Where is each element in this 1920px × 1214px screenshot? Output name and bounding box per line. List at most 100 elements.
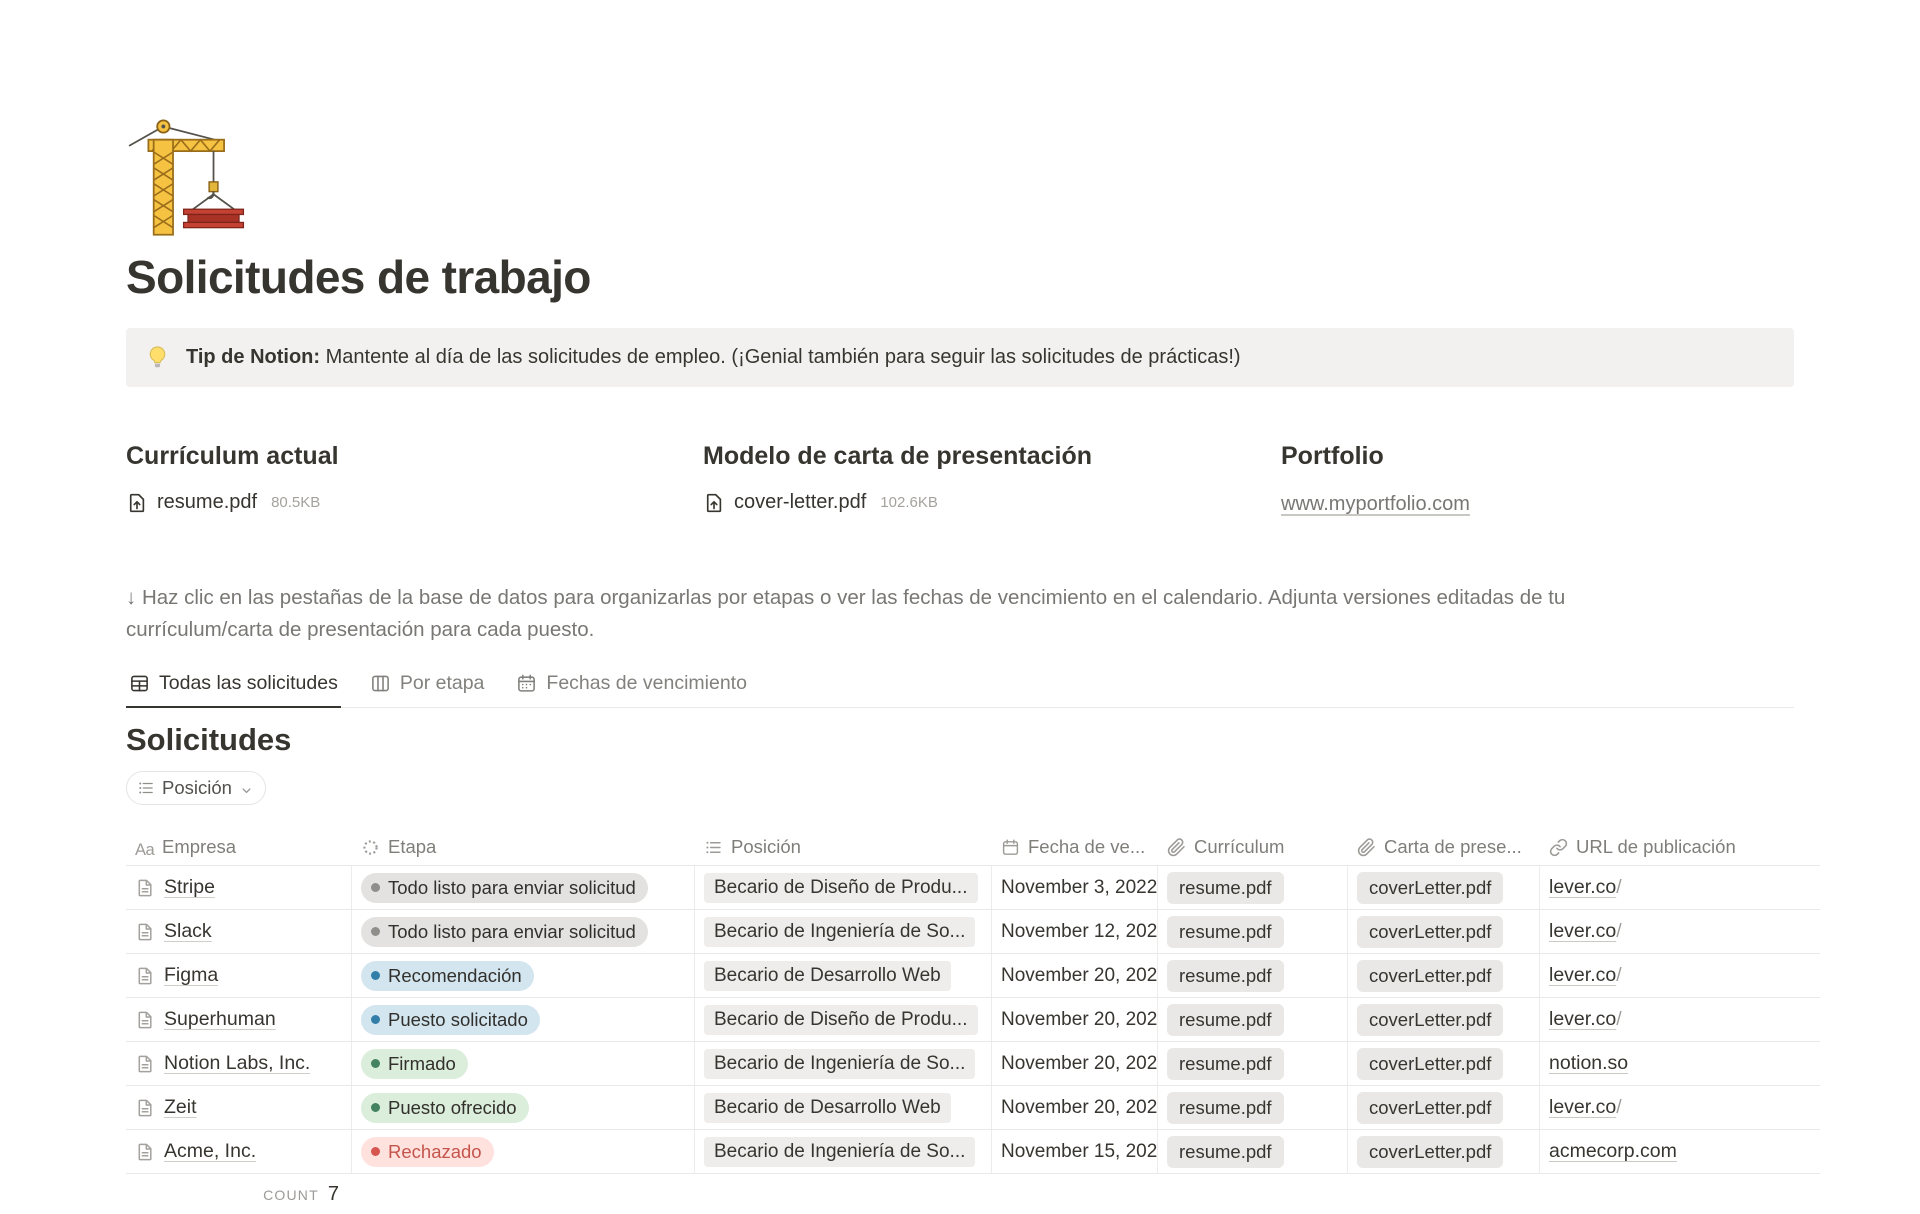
column-header-carta-de-prese-[interactable]: Carta de prese...	[1348, 836, 1540, 858]
due-date-cell[interactable]: November 20, 202	[992, 998, 1158, 1041]
stage-cell[interactable]: Puesto ofrecido	[352, 1086, 695, 1129]
due-date-cell[interactable]: November 12, 202	[992, 910, 1158, 953]
stage-cell[interactable]: Recomendación	[352, 954, 695, 997]
cover-letter-cell[interactable]: coverLetter.pdf	[1348, 1086, 1540, 1129]
resume-cell[interactable]: resume.pdf	[1158, 998, 1348, 1041]
stage-tag[interactable]: Puesto ofrecido	[361, 1093, 529, 1123]
cover-letter-file-chip[interactable]: coverLetter.pdf	[1357, 1048, 1503, 1080]
position-chip[interactable]: Becario de Ingeniería de So...	[704, 917, 975, 947]
position-cell[interactable]: Becario de Desarrollo Web	[695, 1086, 992, 1129]
cover-letter-cell[interactable]: coverLetter.pdf	[1348, 1130, 1540, 1173]
cover-letter-file-chip[interactable]: coverLetter.pdf	[1357, 916, 1503, 948]
posting-url-link[interactable]: acmecorp.com	[1549, 1140, 1677, 1163]
due-date-cell[interactable]: November 15, 202	[992, 1130, 1158, 1173]
column-header-posici-n[interactable]: Posición	[695, 836, 992, 858]
column-header-etapa[interactable]: Etapa	[352, 836, 695, 858]
stage-tag[interactable]: Recomendación	[361, 961, 534, 991]
position-cell[interactable]: Becario de Diseño de Produ...	[695, 866, 992, 909]
cover-letter-cell[interactable]: coverLetter.pdf	[1348, 866, 1540, 909]
stage-cell[interactable]: Rechazado	[352, 1130, 695, 1173]
posting-url-cell[interactable]: lever.co/	[1540, 998, 1820, 1041]
stage-cell[interactable]: Puesto solicitado	[352, 998, 695, 1041]
posting-url-cell[interactable]: acmecorp.com	[1540, 1130, 1820, 1173]
tab-todas-las-solicitudes[interactable]: Todas las solicitudes	[126, 672, 341, 708]
posting-url-cell[interactable]: notion.so	[1540, 1042, 1820, 1085]
company-cell[interactable]: Superhuman	[126, 998, 352, 1041]
company-cell[interactable]: Notion Labs, Inc.	[126, 1042, 352, 1085]
portfolio-link[interactable]: www.myportfolio.com	[1281, 493, 1470, 516]
cover-letter-cell[interactable]: coverLetter.pdf	[1348, 910, 1540, 953]
position-chip[interactable]: Becario de Desarrollo Web	[704, 1093, 951, 1123]
position-cell[interactable]: Becario de Ingeniería de So...	[695, 1042, 992, 1085]
stage-cell[interactable]: Todo listo para enviar solicitud	[352, 910, 695, 953]
cover-letter-file-chip[interactable]: coverLetter.pdf	[1357, 960, 1503, 992]
company-cell[interactable]: Stripe	[126, 866, 352, 909]
cover-letter-cell[interactable]: coverLetter.pdf	[1348, 954, 1540, 997]
position-chip[interactable]: Becario de Ingeniería de So...	[704, 1137, 975, 1167]
position-chip[interactable]: Becario de Desarrollo Web	[704, 961, 951, 991]
resume-file-chip[interactable]: resume.pdf	[1167, 1092, 1284, 1124]
due-date-cell[interactable]: November 20, 202	[992, 1042, 1158, 1085]
resume-file-chip[interactable]: resume.pdf	[1167, 872, 1284, 904]
cover-letter-cell[interactable]: coverLetter.pdf	[1348, 1042, 1540, 1085]
position-filter-button[interactable]: Posición	[126, 771, 266, 805]
stage-tag[interactable]: Todo listo para enviar solicitud	[361, 873, 648, 903]
position-cell[interactable]: Becario de Desarrollo Web	[695, 954, 992, 997]
stage-cell[interactable]: Todo listo para enviar solicitud	[352, 866, 695, 909]
posting-url-link[interactable]: lever.co	[1549, 964, 1616, 987]
due-date-cell[interactable]: November 3, 2022	[992, 866, 1158, 909]
posting-url-cell[interactable]: lever.co/	[1540, 954, 1820, 997]
cover-letter-file-chip[interactable]: coverLetter.pdf	[1357, 1136, 1503, 1168]
posting-url-cell[interactable]: lever.co/	[1540, 866, 1820, 909]
stage-cell[interactable]: Firmado	[352, 1042, 695, 1085]
cover-letter-file[interactable]: cover-letter.pdf 102.6KB	[703, 491, 1281, 514]
position-cell[interactable]: Becario de Ingeniería de So...	[695, 1130, 992, 1173]
stage-tag[interactable]: Rechazado	[361, 1137, 494, 1167]
column-header-empresa[interactable]: AaEmpresa	[126, 836, 352, 858]
cover-letter-file-chip[interactable]: coverLetter.pdf	[1357, 872, 1503, 904]
column-header-url-de-publicaci-n[interactable]: URL de publicación	[1540, 836, 1820, 858]
position-cell[interactable]: Becario de Ingeniería de So...	[695, 910, 992, 953]
position-chip[interactable]: Becario de Diseño de Produ...	[704, 873, 978, 903]
resume-file-chip[interactable]: resume.pdf	[1167, 1048, 1284, 1080]
posting-url-link[interactable]: lever.co	[1549, 876, 1616, 899]
cover-letter-file-chip[interactable]: coverLetter.pdf	[1357, 1004, 1503, 1036]
posting-url-cell[interactable]: lever.co/	[1540, 910, 1820, 953]
stage-tag[interactable]: Todo listo para enviar solicitud	[361, 917, 648, 947]
company-cell[interactable]: Figma	[126, 954, 352, 997]
stage-tag[interactable]: Firmado	[361, 1049, 468, 1079]
posting-url-link[interactable]: lever.co	[1549, 1008, 1616, 1031]
position-chip[interactable]: Becario de Diseño de Produ...	[704, 1005, 978, 1035]
stage-tag[interactable]: Puesto solicitado	[361, 1005, 540, 1035]
tab-fechas-de-vencimiento[interactable]: Fechas de vencimiento	[513, 672, 750, 708]
position-cell[interactable]: Becario de Diseño de Produ...	[695, 998, 992, 1041]
resume-cell[interactable]: resume.pdf	[1158, 954, 1348, 997]
cover-letter-file-chip[interactable]: coverLetter.pdf	[1357, 1092, 1503, 1124]
position-chip[interactable]: Becario de Ingeniería de So...	[704, 1049, 975, 1079]
company-cell[interactable]: Acme, Inc.	[126, 1130, 352, 1173]
resume-file-chip[interactable]: resume.pdf	[1167, 960, 1284, 992]
count-calculation[interactable]: COUNT 7	[126, 1183, 352, 1206]
posting-url-link[interactable]: lever.co	[1549, 920, 1616, 943]
construction-crane-icon[interactable]	[122, 108, 254, 240]
resume-cell[interactable]: resume.pdf	[1158, 866, 1348, 909]
resume-file[interactable]: resume.pdf 80.5KB	[126, 491, 703, 514]
cover-letter-cell[interactable]: coverLetter.pdf	[1348, 998, 1540, 1041]
due-date-cell[interactable]: November 20, 202	[992, 954, 1158, 997]
column-header-fecha-de-ve-[interactable]: Fecha de ve...	[992, 836, 1158, 858]
resume-cell[interactable]: resume.pdf	[1158, 910, 1348, 953]
resume-cell[interactable]: resume.pdf	[1158, 1086, 1348, 1129]
company-cell[interactable]: Zeit	[126, 1086, 352, 1129]
posting-url-link[interactable]: notion.so	[1549, 1052, 1628, 1075]
resume-file-chip[interactable]: resume.pdf	[1167, 1136, 1284, 1168]
resume-cell[interactable]: resume.pdf	[1158, 1130, 1348, 1173]
posting-url-link[interactable]: lever.co	[1549, 1096, 1616, 1119]
company-cell[interactable]: Slack	[126, 910, 352, 953]
resume-file-chip[interactable]: resume.pdf	[1167, 916, 1284, 948]
resume-file-chip[interactable]: resume.pdf	[1167, 1004, 1284, 1036]
tab-por-etapa[interactable]: Por etapa	[367, 672, 488, 708]
resume-cell[interactable]: resume.pdf	[1158, 1042, 1348, 1085]
column-header-curr-culum[interactable]: Currículum	[1158, 836, 1348, 858]
posting-url-cell[interactable]: lever.co/	[1540, 1086, 1820, 1129]
due-date-cell[interactable]: November 20, 202	[992, 1086, 1158, 1129]
